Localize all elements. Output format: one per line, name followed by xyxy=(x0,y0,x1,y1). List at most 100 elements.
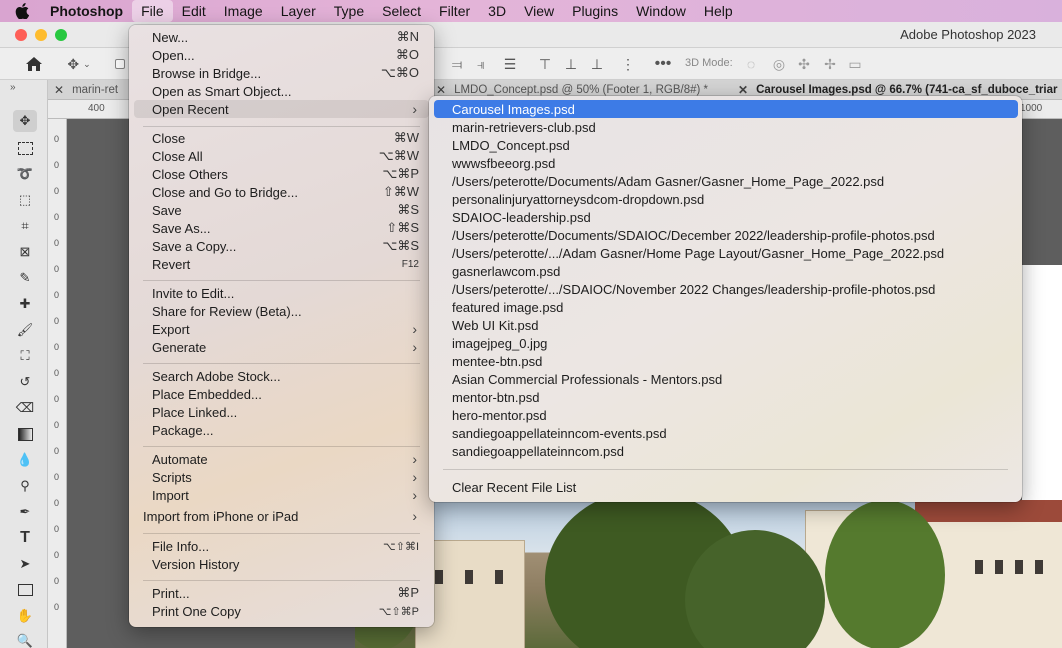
menu-item-place-linked[interactable]: Place Linked... xyxy=(134,403,429,421)
distribute-icon[interactable]: ⋮ xyxy=(621,54,635,74)
menu-item-automate[interactable]: Automate › xyxy=(134,450,429,468)
recent-file-item[interactable]: /Users/peterotte/.../Adam Gasner/Home Pa… xyxy=(434,244,1017,262)
menubar-window[interactable]: Window xyxy=(627,0,695,22)
hand-tool-icon[interactable]: ✋ xyxy=(13,605,37,627)
align-center-icon[interactable]: ⫣ xyxy=(474,54,488,74)
3d-slide-icon[interactable]: ✢ xyxy=(821,54,839,74)
menu-item-search-adobe-stock[interactable]: Search Adobe Stock... xyxy=(134,367,429,385)
menu-item-save-as[interactable]: Save As... ⇧⌘S xyxy=(134,219,429,237)
recent-file-item[interactable]: imagejpeg_0.jpg xyxy=(434,334,1017,352)
menu-item-open-recent[interactable]: Open Recent › xyxy=(134,100,429,118)
3d-pan-icon[interactable]: ✣ xyxy=(795,54,813,74)
recent-file-item[interactable]: mentee-btn.psd xyxy=(434,352,1017,370)
move-tool-icon[interactable]: ✥ xyxy=(13,110,37,132)
close-tab-icon[interactable]: ✕ xyxy=(436,83,446,97)
menu-item-close[interactable]: Close ⌘W xyxy=(134,129,429,147)
pen-tool-icon[interactable]: ✒ xyxy=(13,501,37,523)
recent-file-item[interactable]: SDAIOC-leadership.psd xyxy=(434,208,1017,226)
more-options-icon[interactable]: ••• xyxy=(653,54,673,74)
3d-orbit-icon[interactable]: ◌ xyxy=(742,54,760,74)
type-tool-icon[interactable]: T xyxy=(13,527,37,549)
recent-file-item[interactable]: featured image.psd xyxy=(434,298,1017,316)
healing-brush-tool-icon[interactable]: ✚ xyxy=(13,293,37,315)
history-brush-tool-icon[interactable]: ↺ xyxy=(13,371,37,393)
zoom-tool-icon[interactable]: 🔍 xyxy=(13,630,37,648)
gradient-tool-icon[interactable] xyxy=(13,423,37,445)
document-canvas[interactable] xyxy=(1022,265,1062,502)
menu-item-revert[interactable]: Revert F12 xyxy=(134,255,429,273)
recent-file-item[interactable]: personalinjuryattorneysdcom-dropdown.psd xyxy=(434,190,1017,208)
align-top-icon[interactable]: ⊤ xyxy=(538,54,552,74)
eyedropper-tool-icon[interactable]: ✎ xyxy=(13,267,37,289)
menubar-edit[interactable]: Edit xyxy=(173,0,215,22)
close-tab-icon[interactable]: ✕ xyxy=(738,83,748,97)
minimize-window-button[interactable] xyxy=(35,29,47,41)
menu-item-share-for-review[interactable]: Share for Review (Beta)... xyxy=(134,302,429,320)
menubar-plugins[interactable]: Plugins xyxy=(563,0,627,22)
brush-tool-icon[interactable]: 🖌 xyxy=(13,319,37,341)
auto-select-checkbox[interactable] xyxy=(114,54,126,74)
menu-item-close-all[interactable]: Close All ⌥⌘W xyxy=(134,147,429,165)
recent-file-item[interactable]: LMDO_Concept.psd xyxy=(434,136,1017,154)
frame-tool-icon[interactable]: ⊠ xyxy=(13,241,37,263)
menubar-type[interactable]: Type xyxy=(325,0,373,22)
menu-item-save[interactable]: Save ⌘S xyxy=(134,201,429,219)
menubar-file[interactable]: File xyxy=(132,0,173,22)
recent-file-item[interactable]: gasnerlawcom.psd xyxy=(434,262,1017,280)
maximize-window-button[interactable] xyxy=(55,29,67,41)
align-middle-icon[interactable]: ⊥ xyxy=(564,54,578,74)
menu-item-place-embedded[interactable]: Place Embedded... xyxy=(134,385,429,403)
menubar-layer[interactable]: Layer xyxy=(272,0,325,22)
menubar-view[interactable]: View xyxy=(515,0,563,22)
menu-item-new[interactable]: New... ⌘N xyxy=(134,28,429,46)
3d-camera-icon[interactable]: ▭ xyxy=(846,54,864,74)
menu-item-generate[interactable]: Generate › xyxy=(134,338,429,356)
recent-file-item[interactable]: sandiegoappellateinncom.psd xyxy=(434,442,1017,460)
move-tool-options-icon[interactable]: ✥ ⌄ xyxy=(64,54,94,74)
menu-item-import[interactable]: Import › xyxy=(134,486,429,504)
align-left-icon[interactable]: ⫤ xyxy=(450,54,464,74)
marquee-tool-icon[interactable] xyxy=(13,137,37,159)
menu-item-invite-to-edit[interactable]: Invite to Edit... xyxy=(134,284,429,302)
menubar-select[interactable]: Select xyxy=(373,0,430,22)
menu-item-file-info[interactable]: File Info... ⌥⇧⌘I xyxy=(134,537,429,555)
menubar-photoshop[interactable]: Photoshop xyxy=(44,0,132,22)
menu-item-browse-in-bridge[interactable]: Browse in Bridge... ⌥⌘O xyxy=(134,64,429,82)
object-select-tool-icon[interactable]: ⬚ xyxy=(13,189,37,211)
path-select-tool-icon[interactable]: ➤ xyxy=(13,553,37,575)
recent-file-item[interactable]: Web UI Kit.psd xyxy=(434,316,1017,334)
menu-item-print[interactable]: Print... ⌘P xyxy=(134,584,429,602)
menubar-help[interactable]: Help xyxy=(695,0,742,22)
apple-icon[interactable] xyxy=(0,0,44,22)
recent-file-item[interactable]: Asian Commercial Professionals - Mentors… xyxy=(434,370,1017,388)
recent-file-item[interactable]: hero-mentor.psd xyxy=(434,406,1017,424)
menu-item-version-history[interactable]: Version History xyxy=(134,555,429,573)
menu-item-save-a-copy[interactable]: Save a Copy... ⌥⌘S xyxy=(134,237,429,255)
menu-item-open[interactable]: Open... ⌘O xyxy=(134,46,429,64)
clone-stamp-tool-icon[interactable]: ⛶ xyxy=(13,345,37,367)
align-bottom-icon[interactable]: ⊥ xyxy=(590,54,604,74)
menubar-image[interactable]: Image xyxy=(215,0,272,22)
menubar-filter[interactable]: Filter xyxy=(430,0,479,22)
recent-file-item[interactable]: mentor-btn.psd xyxy=(434,388,1017,406)
lasso-tool-icon[interactable]: ➰ xyxy=(13,163,37,185)
tab-marin-retrievers[interactable]: ✕ marin-ret xyxy=(54,80,134,100)
3d-roll-icon[interactable]: ◎ xyxy=(770,54,788,74)
menubar-3d[interactable]: 3D xyxy=(479,0,515,22)
eraser-tool-icon[interactable]: ⌫ xyxy=(13,397,37,419)
menu-item-import-from-iphone[interactable]: Import from iPhone or iPad › xyxy=(134,507,429,525)
close-window-button[interactable] xyxy=(15,29,27,41)
crop-tool-icon[interactable]: ⌗ xyxy=(13,215,37,237)
blur-tool-icon[interactable]: 💧 xyxy=(13,449,37,471)
menu-item-scripts[interactable]: Scripts › xyxy=(134,468,429,486)
clear-recent-file-list[interactable]: Clear Recent File List xyxy=(434,478,1017,496)
recent-file-item[interactable]: /Users/peterotte/Documents/Adam Gasner/G… xyxy=(434,172,1017,190)
menu-item-print-one-copy[interactable]: Print One Copy ⌥⇧⌘P xyxy=(134,602,429,620)
menu-item-package[interactable]: Package... xyxy=(134,421,429,439)
dodge-tool-icon[interactable]: ⚲ xyxy=(13,475,37,497)
align-right-icon[interactable]: ☰ xyxy=(502,54,518,74)
home-icon[interactable] xyxy=(22,54,46,74)
recent-file-item[interactable]: /Users/peterotte/.../SDAIOC/November 202… xyxy=(434,280,1017,298)
menu-item-close-others[interactable]: Close Others ⌥⌘P xyxy=(134,165,429,183)
recent-file-item[interactable]: /Users/peterotte/Documents/SDAIOC/Decemb… xyxy=(434,226,1017,244)
